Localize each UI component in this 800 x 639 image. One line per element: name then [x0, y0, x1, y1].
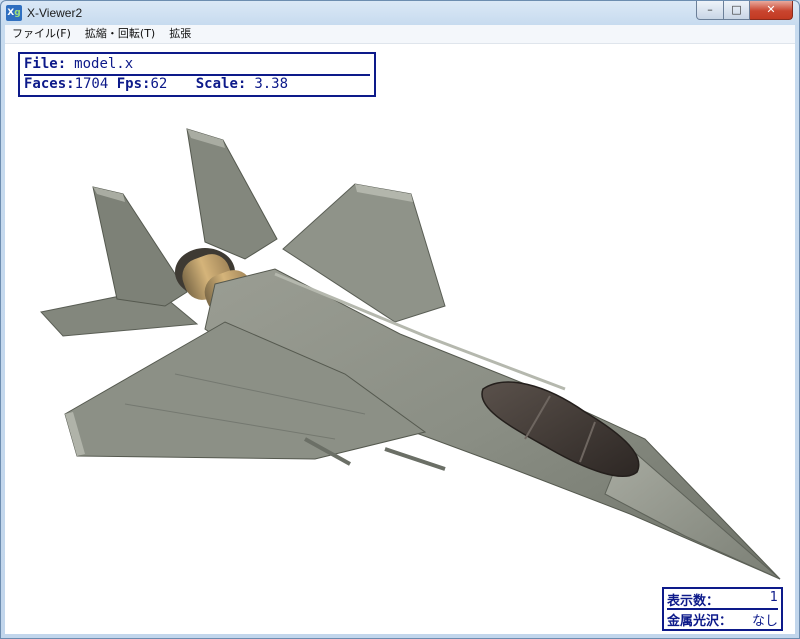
- menu-scale-rotate[interactable]: 拡縮・回転(T): [78, 25, 162, 43]
- title-bar[interactable]: Xg X-Viewer2 – □ ✕: [1, 1, 799, 25]
- display-count-label: 表示数：: [667, 594, 720, 609]
- app-icon: Xg: [6, 5, 22, 21]
- close-button[interactable]: ✕: [750, 1, 793, 20]
- fps-value: 62: [150, 76, 168, 92]
- menu-extension[interactable]: 拡張: [162, 25, 198, 43]
- right-vertical-tail: [186, 128, 278, 260]
- app-window: Xg X-Viewer2 – □ ✕ ファイル(F) 拡縮・回転(T) 拡張 F…: [0, 0, 800, 639]
- missile: [384, 447, 446, 471]
- left-vertical-tail: [92, 186, 188, 307]
- model-viewport[interactable]: File: model.x Faces:1704 Fps:62 Scale: 3.3…: [5, 44, 795, 634]
- file-row: File: model.x: [24, 56, 133, 72]
- scale-label: Scale:: [195, 76, 247, 92]
- menu-bar: ファイル(F) 拡縮・回転(T) 拡張: [5, 25, 795, 44]
- fighter-jet-model: [40, 128, 781, 580]
- menu-file[interactable]: ファイル(F): [5, 25, 78, 43]
- metallic-value: なし: [751, 614, 778, 629]
- file-label: File:: [24, 56, 67, 72]
- faces-value: 1704: [74, 76, 109, 92]
- window-controls: – □ ✕: [696, 1, 793, 20]
- maximize-button[interactable]: □: [724, 1, 750, 20]
- metallic-label: 金属光沢：: [667, 614, 733, 629]
- scale-value: 3.38: [254, 76, 289, 92]
- display-count-row: 表示数： 1: [667, 590, 778, 610]
- metallic-row: 金属光沢： なし: [667, 610, 778, 629]
- stats-row: Faces:1704 Fps:62 Scale: 3.38: [24, 76, 288, 92]
- display-status-panel: 表示数： 1 金属光沢： なし: [662, 587, 783, 631]
- display-count-value: 1: [769, 590, 778, 605]
- model-info-panel: File: model.x Faces:1704 Fps:62 Scale: 3.3…: [18, 52, 376, 97]
- minimize-button[interactable]: –: [696, 1, 724, 20]
- file-name: model.x: [74, 56, 134, 72]
- fps-label: Fps:: [116, 76, 151, 92]
- faces-label: Faces:: [24, 76, 75, 92]
- window-title: X-Viewer2: [27, 6, 83, 20]
